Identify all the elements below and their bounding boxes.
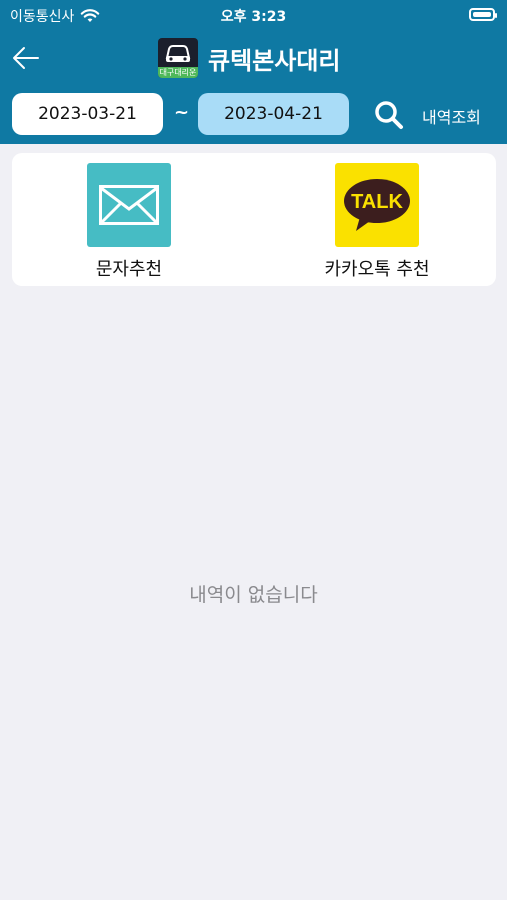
battery-icon: [469, 8, 497, 21]
end-date-field[interactable]: 2023-04-21: [198, 93, 349, 135]
car-icon: [165, 45, 191, 62]
kakao-icon-box: TALK: [335, 163, 419, 247]
search-icon[interactable]: [371, 100, 407, 130]
nav-bar: 대구대리운전 큐텍본사대리: [0, 30, 507, 86]
empty-history-message: 내역이 없습니다: [189, 584, 318, 606]
start-date-field[interactable]: 2023-03-21: [12, 93, 163, 135]
sms-recommend-label: 문자추천: [95, 259, 163, 280]
back-arrow-icon[interactable]: [10, 42, 42, 74]
date-separator: ~: [174, 102, 190, 123]
page-title: 큐텍본사대리: [208, 46, 341, 75]
sms-icon-box: [87, 163, 171, 247]
date-filter-bar: 2023-03-21 ~ 2023-04-21 내역조회: [0, 86, 507, 144]
kakao-icon-text: TALK: [351, 191, 403, 213]
kakao-recommend-button[interactable]: TALK 카카오톡 추천: [277, 163, 477, 281]
status-time: 오후 3:23: [220, 9, 287, 25]
history-search-button[interactable]: 내역조회: [422, 104, 481, 128]
envelope-icon: [99, 185, 159, 225]
kakao-recommend-label: 카카오톡 추천: [324, 259, 430, 280]
sms-recommend-button[interactable]: 문자추천: [29, 163, 229, 281]
share-card: 문자추천 TALK 카카오톡 추천: [12, 153, 496, 286]
title-group: 대구대리운전 큐텍본사대리: [158, 38, 340, 78]
status-bar: 이동통신사 오후 3:23: [0, 0, 507, 30]
app-logo: 대구대리운전: [158, 38, 198, 78]
kakaotalk-icon: TALK: [344, 179, 410, 231]
app-logo-text: 대구대리운전: [158, 67, 198, 78]
